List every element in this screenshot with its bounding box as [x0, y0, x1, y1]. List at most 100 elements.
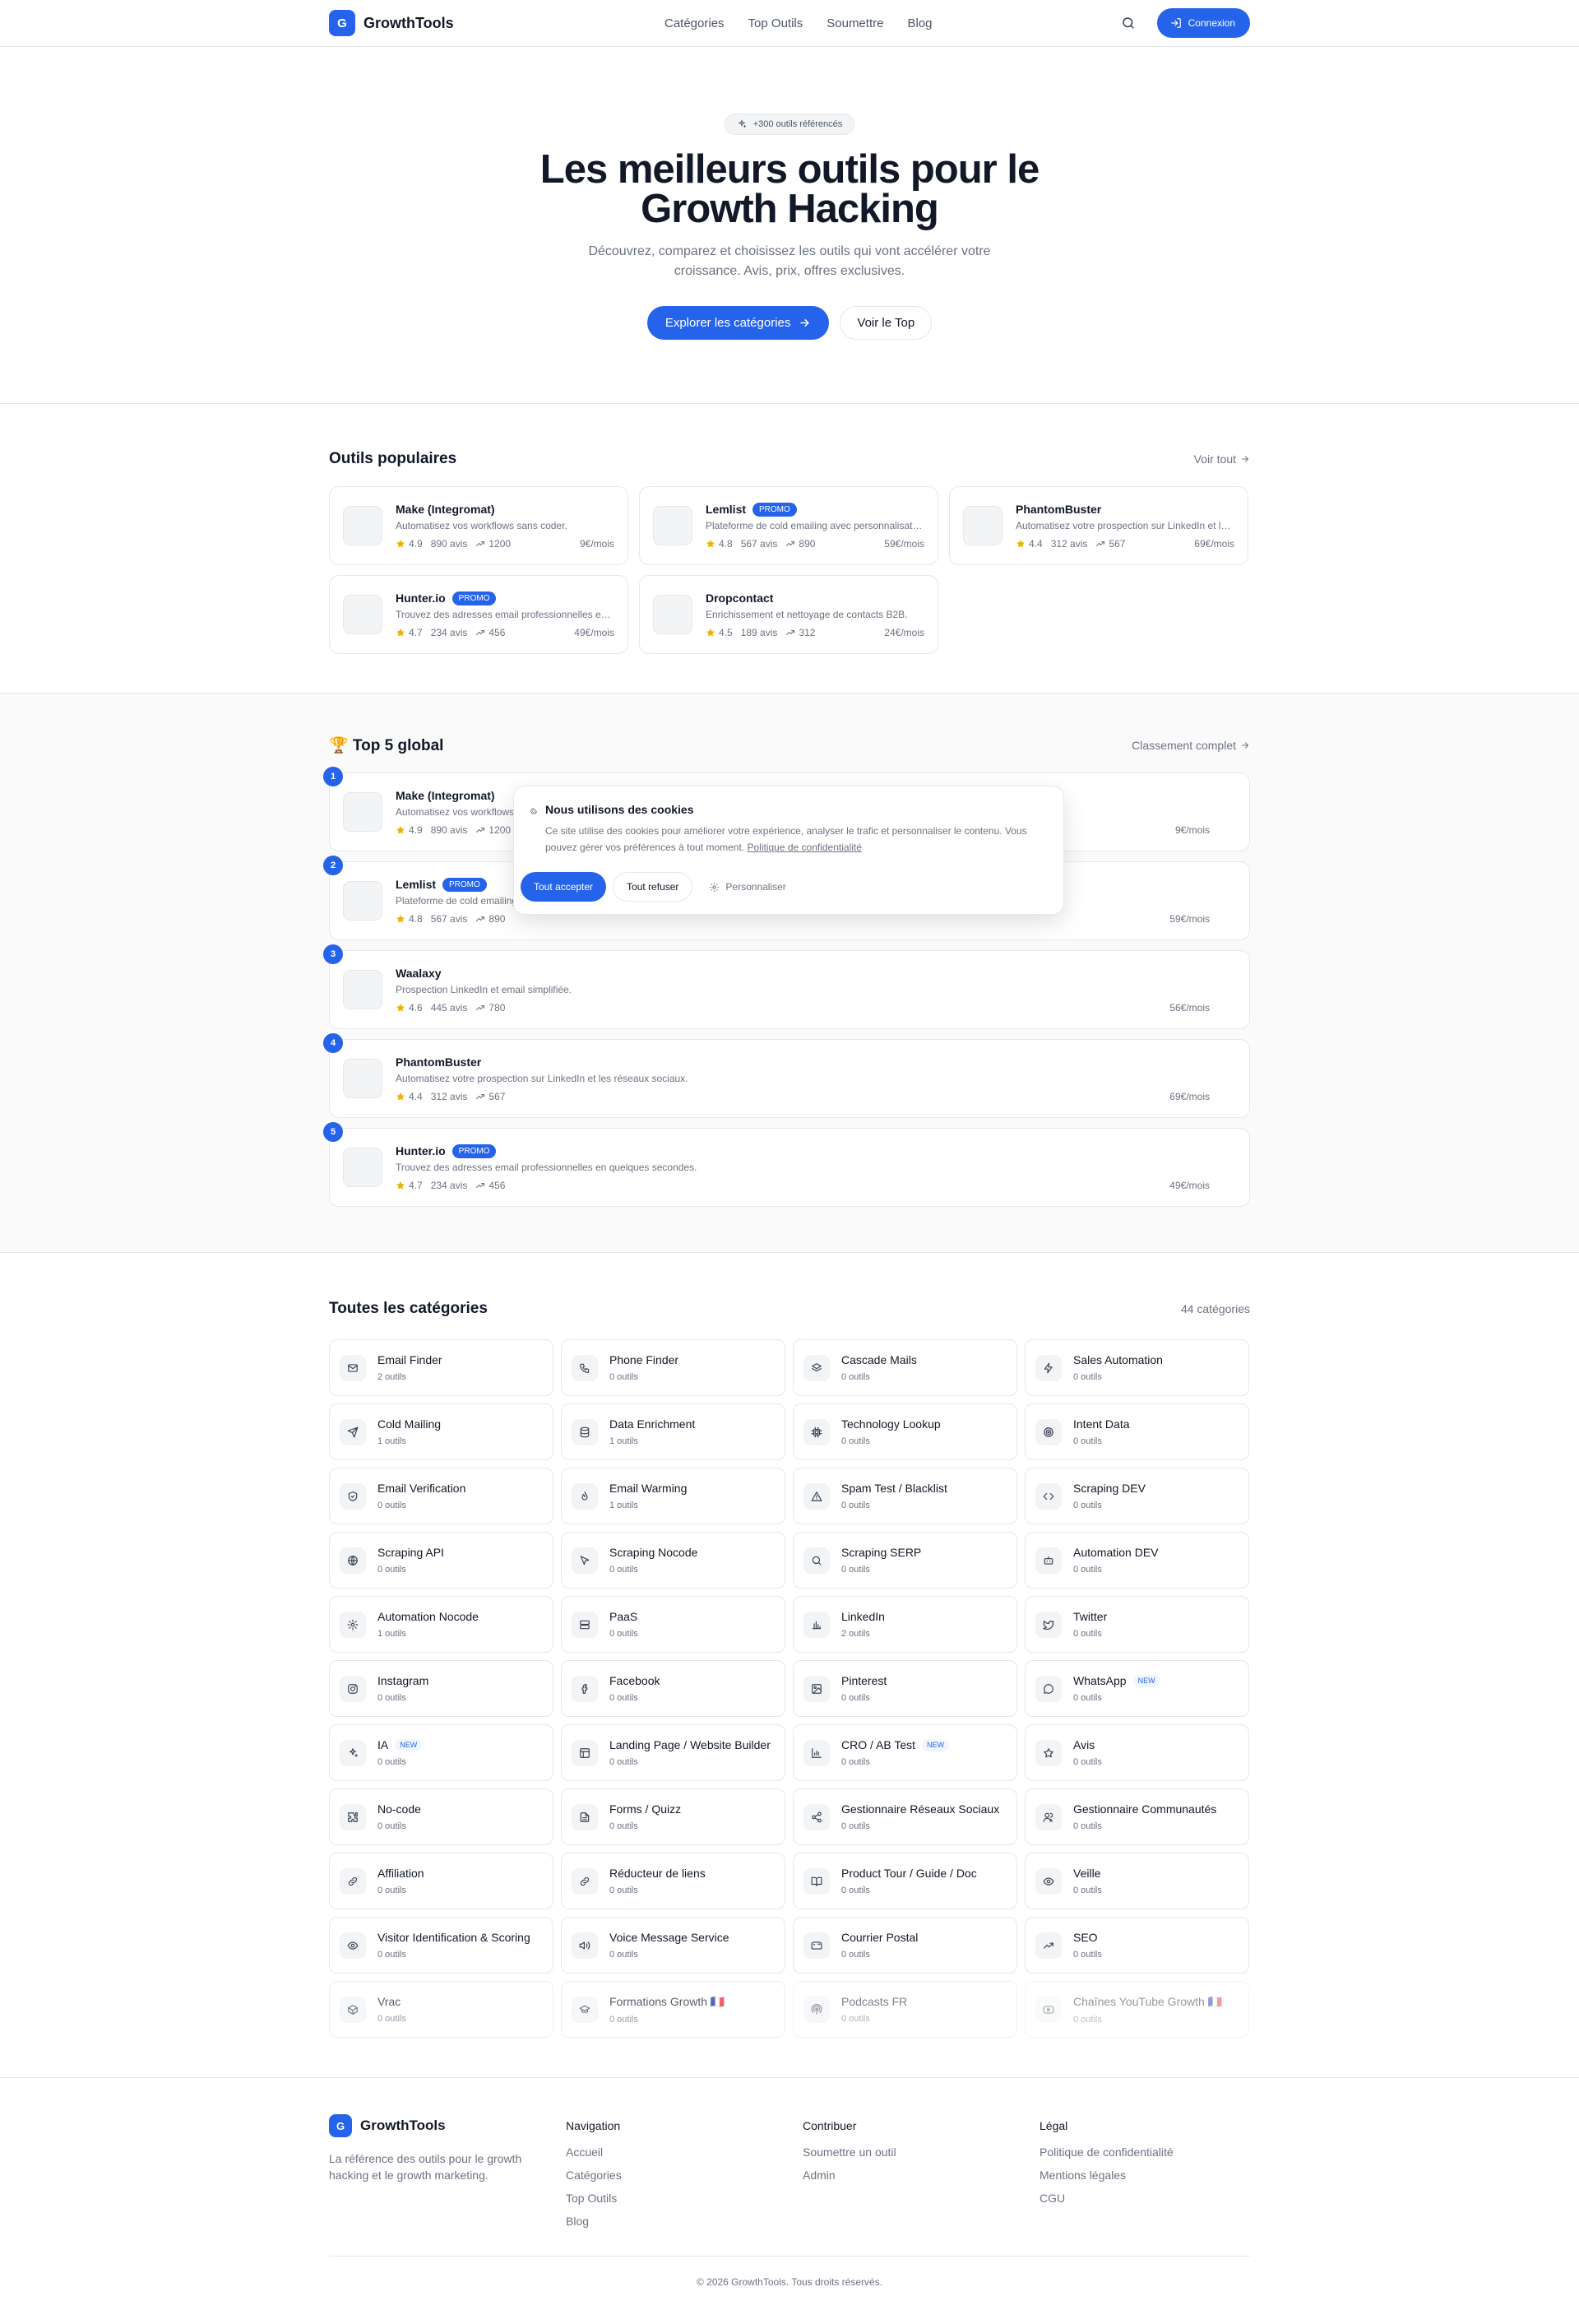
category-card[interactable]: Technology Lookup 0 outils [793, 1403, 1017, 1460]
category-card[interactable]: Scraping API 0 outils [329, 1532, 553, 1589]
category-card[interactable]: Formations Growth 🇫🇷 0 outils [561, 1981, 785, 2038]
nav-item-categories[interactable]: Catégories [664, 16, 725, 30]
category-card[interactable]: Voice Message Service 0 outils [561, 1917, 785, 1974]
hero-title-line-2: Growth Hacking [641, 187, 939, 231]
category-card[interactable]: Avis 0 outils [1025, 1724, 1249, 1781]
category-card[interactable]: Facebook 0 outils [561, 1660, 785, 1717]
see-top-button[interactable]: Voir le Top [840, 306, 933, 340]
tool-card[interactable]: PhantomBuster Automatisez votre prospecti… [949, 486, 1248, 565]
category-card[interactable]: Réducteur de liens 0 outils [561, 1853, 785, 1909]
category-card[interactable]: LinkedIn 2 outils [793, 1596, 1017, 1653]
volume-icon [579, 1941, 590, 1950]
category-card[interactable]: Landing Page / Website Builder 0 outils [561, 1724, 785, 1781]
login-button[interactable]: Connexion [1156, 8, 1250, 38]
nav-item-top-outils[interactable]: Top Outils [748, 16, 803, 30]
category-card[interactable]: Vrac 0 outils [329, 1981, 553, 2038]
footer-link-legal[interactable]: Mentions légales [1040, 2169, 1250, 2183]
category-icon [803, 1996, 830, 2023]
footer-link-submit-tool[interactable]: Soumettre un outil [803, 2145, 1040, 2159]
category-card[interactable]: Automation Nocode 1 outils [329, 1596, 553, 1653]
nav-item-blog[interactable]: Blog [907, 16, 932, 30]
refuse-all-button[interactable]: Tout refuser [613, 872, 693, 902]
category-icon [572, 1547, 598, 1574]
footer-link-top-outils[interactable]: Top Outils [566, 2192, 803, 2206]
tool-price: 49€/mois [574, 627, 614, 638]
tool-rating: 4.7 [409, 627, 423, 638]
settings-icon [347, 1619, 359, 1630]
category-card[interactable]: Email Verification 0 outils [329, 1468, 553, 1524]
category-card[interactable]: Scraping Nocode 0 outils [561, 1532, 785, 1589]
category-card[interactable]: SEO 0 outils [1025, 1917, 1249, 1974]
footer-link-privacy[interactable]: Politique de confidentialité [1040, 2145, 1250, 2159]
category-name: Sales Automation [1073, 1353, 1163, 1366]
category-card[interactable]: Cascade Mails 0 outils [793, 1339, 1017, 1396]
cookie-text: Ce site utilise des cookies pour amélior… [545, 823, 1047, 856]
footer-link-accueil[interactable]: Accueil [566, 2145, 803, 2159]
nav-item-soumettre[interactable]: Soumettre [827, 16, 883, 30]
category-card[interactable]: Gestionnaire Communautés 0 outils [1025, 1788, 1249, 1845]
category-card[interactable]: Visitor Identification & Scoring 0 outils [329, 1917, 553, 1974]
trending-up-icon [476, 916, 485, 921]
footer-link-categories[interactable]: Catégories [566, 2169, 803, 2183]
category-card[interactable]: Forms / Quizz 0 outils [561, 1788, 785, 1845]
category-card[interactable]: Spam Test / Blacklist 0 outils [793, 1468, 1017, 1524]
accept-all-button[interactable]: Tout accepter [521, 872, 607, 902]
category-card[interactable]: Twitter 0 outils [1025, 1596, 1249, 1653]
category-card[interactable]: Email Finder 2 outils [329, 1339, 553, 1396]
tool-card[interactable]: Dropcontact Enrichissement et nettoyage d… [639, 575, 938, 654]
category-card[interactable]: Data Enrichment 1 outils [561, 1403, 785, 1460]
customize-label: Personnaliser [725, 881, 786, 893]
category-count: 0 outils [609, 1565, 638, 1575]
category-card[interactable]: CRO / AB Test NEW 0 outils [793, 1724, 1017, 1781]
category-card[interactable]: Cold Mailing 1 outils [329, 1403, 553, 1460]
category-card[interactable]: Scraping SERP 0 outils [793, 1532, 1017, 1589]
top-tool-row[interactable]: 3 Waalaxy Prospection LinkedIn et email si… [323, 944, 1250, 1029]
tool-popularity: 456 [489, 627, 506, 638]
tool-description: Enrichissement et nettoyage de contacts … [706, 609, 908, 620]
category-card[interactable]: WhatsApp NEW 0 outils [1025, 1660, 1249, 1717]
link-icon [580, 1876, 590, 1886]
tool-price: 9€/mois [1174, 824, 1210, 836]
category-card[interactable]: IA NEW 0 outils [329, 1724, 553, 1781]
tool-rating: 4.4 [409, 1091, 423, 1102]
category-card[interactable]: Affiliation 0 outils [329, 1853, 553, 1909]
footer-brand-logo[interactable]: G GrowthTools [329, 2114, 566, 2137]
category-card[interactable]: Veille 0 outils [1025, 1853, 1249, 1909]
footer-link-cgu[interactable]: CGU [1040, 2192, 1250, 2206]
category-card[interactable]: Gestionnaire Réseaux Sociaux 0 outils [793, 1788, 1017, 1845]
category-name: Email Finder [377, 1353, 442, 1366]
footer-link-blog[interactable]: Blog [566, 2215, 803, 2229]
category-card[interactable]: Scraping DEV 0 outils [1025, 1468, 1249, 1524]
tool-card[interactable]: Make (Integromat) Automatisez vos workflo… [329, 486, 628, 565]
category-card[interactable]: Intent Data 0 outils [1025, 1403, 1249, 1460]
customize-button[interactable]: Personnaliser [699, 872, 795, 902]
category-card[interactable]: Phone Finder 0 outils [561, 1339, 785, 1396]
top-tool-row[interactable]: 4 PhantomBuster Automatisez votre prospect… [323, 1033, 1250, 1118]
category-card[interactable]: No-code 0 outils [329, 1788, 553, 1845]
tool-card[interactable]: Hunter.io PROMO Trouvez des adresses email… [329, 575, 628, 654]
category-card[interactable]: Email Warming 1 outils [561, 1468, 785, 1524]
tool-logo [343, 792, 382, 832]
see-all-link[interactable]: Voir tout [1194, 452, 1250, 466]
top-tool-row[interactable]: 5 Hunter.io PROMO Trouvez des adresses emai… [323, 1122, 1250, 1207]
category-card[interactable]: Product Tour / Guide / Doc 0 outils [793, 1853, 1017, 1909]
footer-link-admin[interactable]: Admin [803, 2169, 1040, 2183]
explore-categories-button[interactable]: Explorer les catégories [646, 306, 830, 340]
category-icon [803, 1547, 830, 1574]
category-card[interactable]: Chaînes YouTube Growth 🇫🇷 0 outils [1025, 1981, 1249, 2038]
category-card[interactable]: PaaS 0 outils [561, 1596, 785, 1653]
category-card[interactable]: Pinterest 0 outils [793, 1660, 1017, 1717]
full-ranking-link[interactable]: Classement complet [1132, 739, 1250, 752]
search-icon[interactable] [1121, 16, 1136, 30]
tool-card[interactable]: Lemlist PROMO Plateforme de cold emailing … [639, 486, 938, 565]
login-label: Connexion [1188, 17, 1235, 29]
tool-logo [653, 506, 692, 545]
category-card[interactable]: Automation DEV 0 outils [1025, 1532, 1249, 1589]
category-card[interactable]: Courrier Postal 0 outils [793, 1917, 1017, 1974]
link-icon [348, 1876, 358, 1886]
brand-logo[interactable]: G GrowthTools [329, 10, 454, 36]
privacy-policy-link[interactable]: Politique de confidentialité [747, 842, 861, 853]
category-card[interactable]: Instagram 0 outils [329, 1660, 553, 1717]
category-card[interactable]: Podcasts FR 0 outils [793, 1981, 1017, 2038]
category-card[interactable]: Sales Automation 0 outils [1025, 1339, 1249, 1396]
